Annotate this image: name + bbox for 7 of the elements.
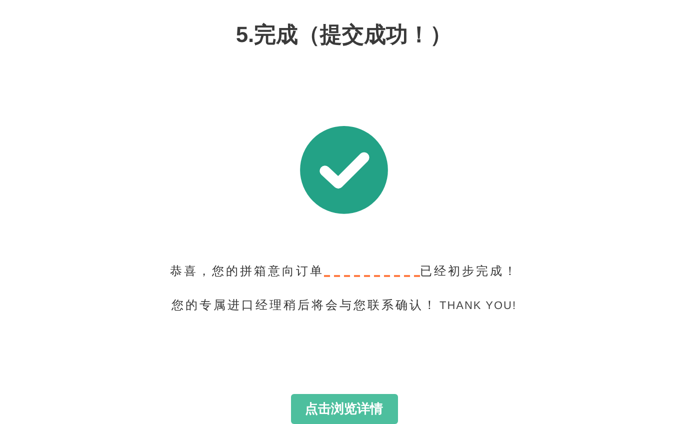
check-circle-icon (298, 126, 390, 214)
success-message-end: 已经初步完成！ (420, 262, 518, 280)
thank-you-text: THANK YOU! (439, 298, 517, 314)
view-details-button[interactable]: 点击浏览详情 (290, 394, 398, 424)
success-message-start: 恭喜，您的拼箱意向订单 (170, 262, 324, 280)
contact-message: 您的专属进口经理稍后将会与您联系确认！ (171, 296, 438, 314)
page-title: 5.完成（提交成功！） (236, 21, 452, 49)
